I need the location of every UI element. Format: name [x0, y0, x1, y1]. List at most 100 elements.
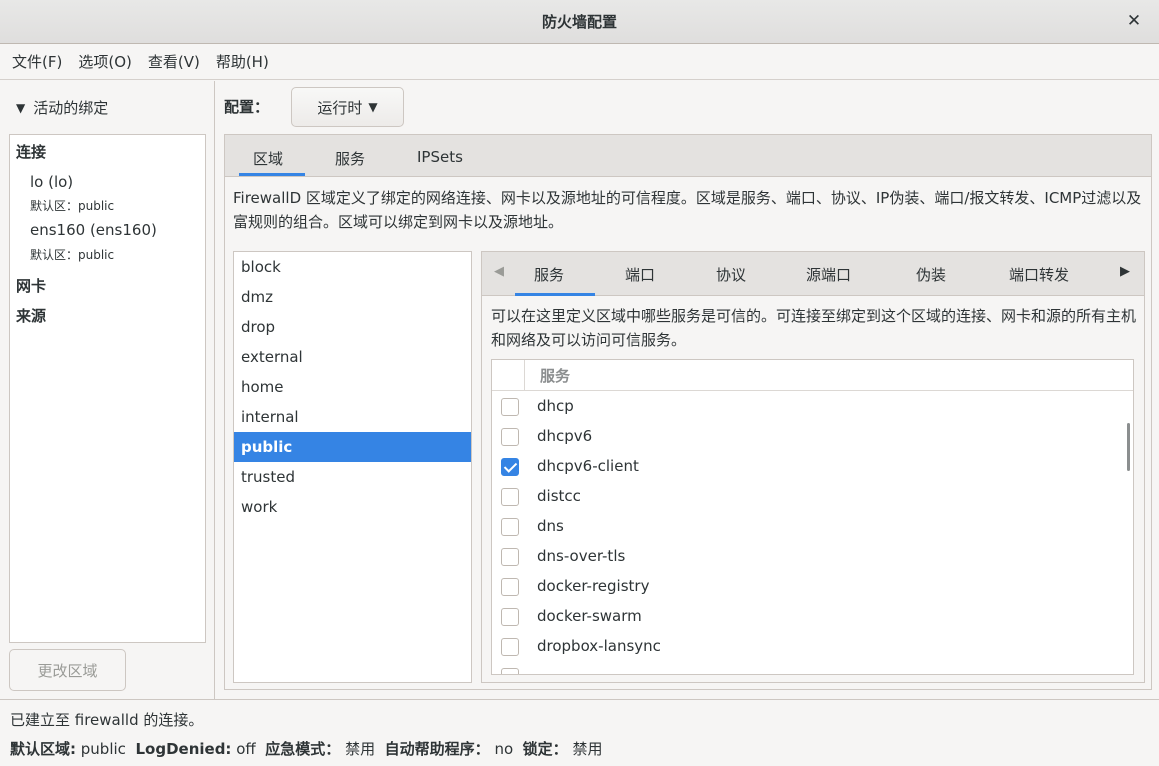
active-bindings-panel: ▼ 活动的绑定 连接 lo (lo) 默认区：public ens160 (en…	[0, 81, 215, 699]
scroll-right-icon[interactable]: ▶	[1120, 264, 1130, 279]
table-row: dhcpv6-client	[492, 452, 1133, 482]
column-divider	[524, 360, 525, 390]
config-value: 运行时	[317, 98, 363, 117]
service-name: distcc	[537, 487, 581, 505]
lockdown-value: 禁用	[572, 740, 603, 758]
tab-zone-source-ports[interactable]: 源端口	[806, 264, 851, 285]
logdenied-label: LogDenied:	[135, 740, 232, 758]
table-row: dhcpv6	[492, 422, 1133, 452]
services-table: 服务 dhcp dhcpv6 dhcpv6-client distcc dns	[491, 359, 1134, 675]
window-title: 防火墙配置	[541, 13, 617, 31]
menu-options[interactable]: 选项(O)	[70, 51, 140, 72]
menu-view[interactable]: 查看(V)	[140, 51, 208, 72]
active-tab-indicator	[239, 173, 305, 176]
tab-zone-ports[interactable]: 端口	[625, 264, 655, 285]
connections-section[interactable]: 连接	[16, 141, 46, 162]
service-checkbox-checked[interactable]	[501, 458, 519, 476]
table-row: dns-over-tls	[492, 542, 1133, 572]
zone-item[interactable]: trusted	[234, 462, 471, 492]
connection-lo[interactable]: lo (lo)	[30, 173, 73, 191]
service-name: dns-over-tls	[537, 547, 626, 565]
service-checkbox[interactable]	[501, 488, 519, 506]
active-bindings-label: 活动的绑定	[33, 99, 109, 117]
status-bar: 已建立至 firewalld 的连接。 默认区域: public LogDeni…	[0, 699, 1159, 766]
sources-section[interactable]: 来源	[16, 305, 46, 326]
chevron-down-icon: ▼	[16, 100, 26, 115]
active-bindings-toggle[interactable]: ▼ 活动的绑定	[16, 97, 108, 118]
service-checkbox[interactable]	[501, 608, 519, 626]
service-checkbox[interactable]	[501, 398, 519, 416]
default-zone-label: 默认区域:	[10, 740, 76, 758]
tab-services[interactable]: 服务	[335, 148, 365, 169]
active-inner-tab-indicator	[515, 293, 595, 296]
dropdown-arrow-icon: ▼	[368, 100, 378, 114]
status-summary: 默认区域: public LogDenied: off 应急模式： 禁用 自动帮…	[10, 738, 602, 759]
inner-tab-bar: ◀ 服务 端口 协议 源端口 伪装 端口转发 ▶	[482, 252, 1144, 296]
panic-mode-value: 禁用	[345, 740, 376, 758]
config-dropdown[interactable]: 运行时 ▼	[291, 87, 404, 127]
lockdown-label: 锁定：	[522, 740, 568, 758]
zone-settings-notebook: ◀ 服务 端口 协议 源端口 伪装 端口转发 ▶ 可以在这里定义区域中哪些服务是…	[481, 251, 1145, 683]
outer-tab-bar: 区域 服务 IPSets	[225, 135, 1151, 177]
menu-bar: 文件(F) 选项(O) 查看(V) 帮助(H)	[0, 44, 1159, 80]
panic-mode-label: 应急模式：	[265, 740, 341, 758]
zone-item[interactable]: external	[234, 342, 471, 372]
main-notebook: 区域 服务 IPSets FirewallD 区域定义了绑定的网络连接、网卡以及…	[224, 134, 1152, 690]
table-row-partial	[492, 662, 1133, 674]
connection-lo-zone: 默认区：public	[30, 199, 115, 213]
table-row: docker-swarm	[492, 602, 1133, 632]
bindings-list: 连接 lo (lo) 默认区：public ens160 (ens160) 默认…	[9, 134, 206, 643]
table-row: docker-registry	[492, 572, 1133, 602]
service-name: dropbox-lansync	[537, 637, 661, 655]
service-name: dhcpv6-client	[537, 457, 639, 475]
service-checkbox[interactable]	[501, 668, 519, 674]
zone-item[interactable]: dmz	[234, 282, 471, 312]
close-icon[interactable]: ✕	[1123, 10, 1145, 32]
service-name: dns	[537, 517, 564, 535]
tab-zones[interactable]: 区域	[253, 148, 283, 169]
table-row: distcc	[492, 482, 1133, 512]
zone-item[interactable]: internal	[234, 402, 471, 432]
zone-item-selected[interactable]: public	[234, 432, 471, 462]
menu-file[interactable]: 文件(F)	[4, 51, 70, 72]
service-checkbox[interactable]	[501, 518, 519, 536]
connection-ens160-zone: 默认区：public	[30, 248, 115, 262]
zone-item[interactable]: drop	[234, 312, 471, 342]
tab-zone-protocols[interactable]: 协议	[716, 264, 746, 285]
scroll-left-icon[interactable]: ◀	[494, 264, 504, 279]
menu-help[interactable]: 帮助(H)	[208, 51, 277, 72]
service-name: docker-swarm	[537, 607, 642, 625]
service-name: dhcpv6	[537, 427, 593, 445]
service-checkbox[interactable]	[501, 548, 519, 566]
services-table-header: 服务	[492, 360, 1133, 391]
service-checkbox[interactable]	[501, 428, 519, 446]
tab-ipsets[interactable]: IPSets	[417, 148, 463, 166]
tab-zone-port-forwarding[interactable]: 端口转发	[1009, 264, 1069, 285]
zone-item[interactable]: home	[234, 372, 471, 402]
zone-item[interactable]: block	[234, 252, 471, 282]
connection-status: 已建立至 firewalld 的连接。	[10, 711, 204, 729]
zone-item[interactable]: work	[234, 492, 471, 522]
table-row: dhcp	[492, 392, 1133, 422]
tab-zone-masquerade[interactable]: 伪装	[916, 264, 946, 285]
scrollbar-thumb[interactable]	[1127, 423, 1130, 471]
zone-description: FirewallD 区域定义了绑定的网络连接、网卡以及源地址的可信程度。区域是服…	[233, 189, 1142, 231]
tab-zone-services[interactable]: 服务	[534, 264, 564, 285]
title-bar: 防火墙配置 ✕	[0, 0, 1159, 44]
services-description: 可以在这里定义区域中哪些服务是可信的。可连接至绑定到这个区域的连接、网卡和源的所…	[491, 307, 1137, 349]
services-column-header[interactable]: 服务	[540, 365, 570, 386]
zone-list: block dmz drop external home internal pu…	[233, 251, 472, 683]
auto-helper-label: 自动帮助程序：	[384, 740, 490, 758]
config-label: 配置：	[224, 98, 270, 116]
change-zone-button[interactable]: 更改区域	[9, 649, 126, 691]
service-name: dhcp	[537, 397, 574, 415]
service-checkbox[interactable]	[501, 638, 519, 656]
nics-section[interactable]: 网卡	[16, 275, 46, 296]
logdenied-value: off	[236, 740, 256, 758]
connection-ens160[interactable]: ens160 (ens160)	[30, 221, 157, 239]
table-row: dropbox-lansync	[492, 632, 1133, 662]
auto-helper-value: no	[494, 740, 514, 758]
service-checkbox[interactable]	[501, 578, 519, 596]
default-zone-value: public	[80, 740, 126, 758]
service-name: docker-registry	[537, 577, 650, 595]
